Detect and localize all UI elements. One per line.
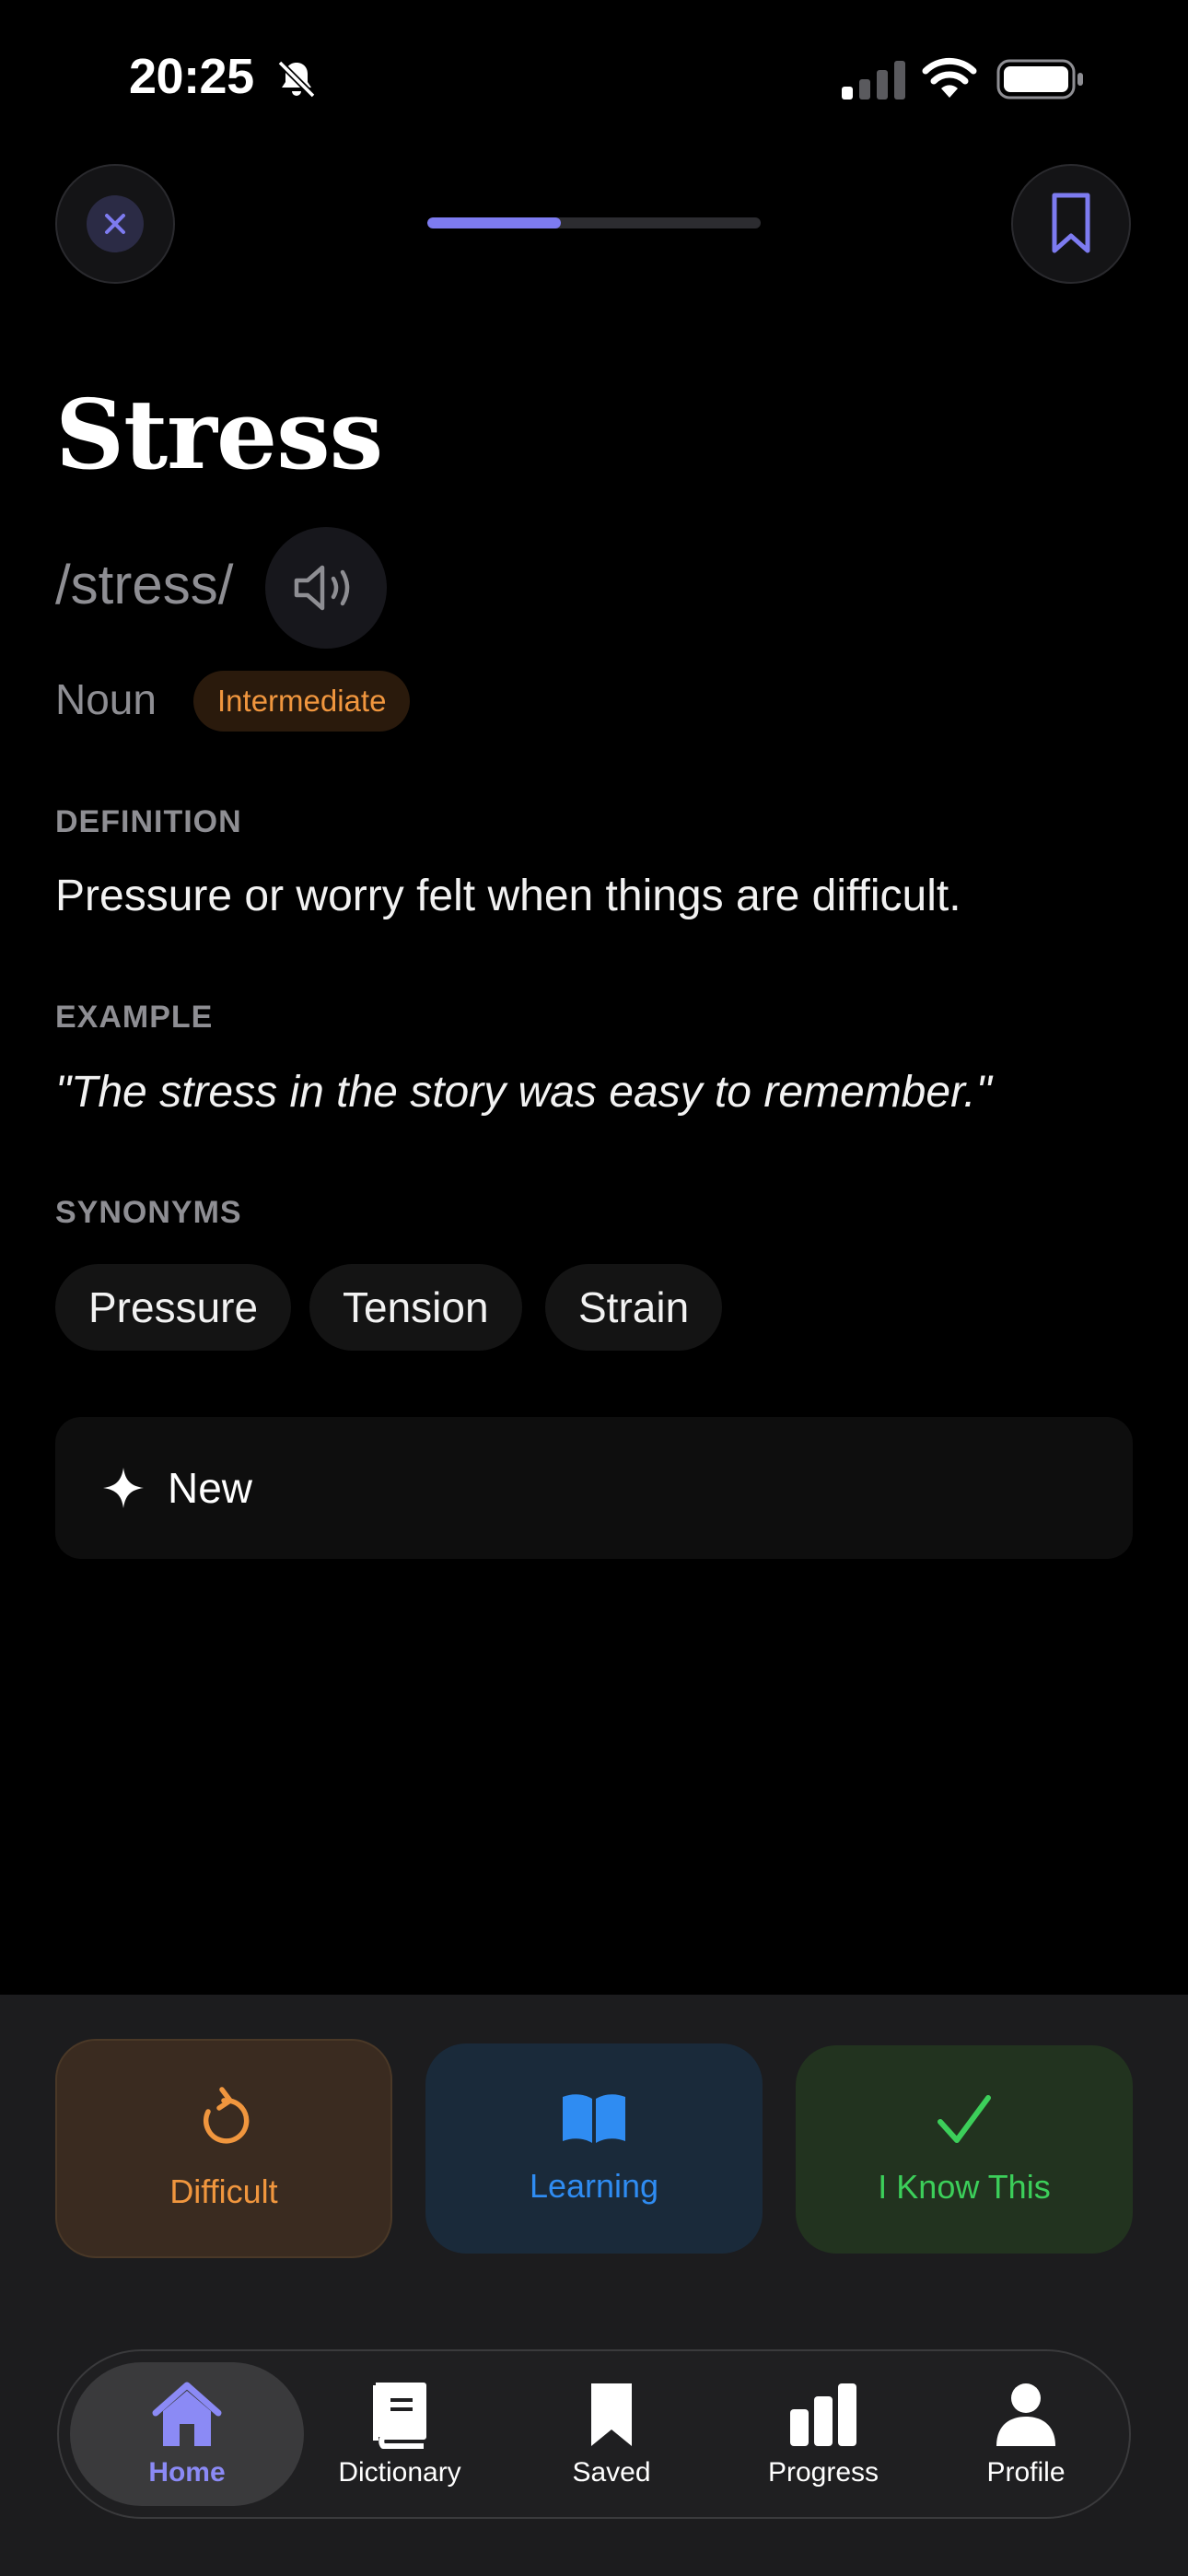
bell-slash-icon xyxy=(277,60,316,99)
synonyms-label: SYNONYMS xyxy=(55,1195,242,1230)
status-time: 20:25 xyxy=(129,49,254,104)
close-icon xyxy=(87,195,144,252)
progress-fill xyxy=(427,217,561,228)
difficult-button[interactable]: Difficult xyxy=(55,2039,392,2258)
bar-chart-icon xyxy=(790,2383,856,2446)
pronunciation-button[interactable] xyxy=(265,527,387,649)
retry-icon xyxy=(203,2087,250,2144)
word-title: Stress xyxy=(55,378,383,491)
word-status-card: New xyxy=(55,1417,1133,1559)
tab-label: Saved xyxy=(572,2457,651,2488)
open-book-icon xyxy=(563,2094,625,2143)
synonym-chip[interactable]: Tension xyxy=(309,1264,522,1351)
tab-label: Profile xyxy=(986,2457,1066,2488)
sparkle-icon xyxy=(103,1468,144,1508)
example-text: "The stress in the story was easy to rem… xyxy=(55,1068,992,1117)
bookmark-button[interactable] xyxy=(1011,164,1131,284)
definition-text: Pressure or worry felt when things are d… xyxy=(55,872,961,920)
tab-label: Home xyxy=(148,2457,226,2488)
dictionary-icon xyxy=(373,2383,426,2449)
tab-profile[interactable]: Profile xyxy=(943,2362,1109,2506)
word-status-text: New xyxy=(168,1464,253,1512)
home-icon xyxy=(152,2382,222,2446)
know-this-button[interactable]: I Know This xyxy=(796,2045,1133,2254)
tab-label: Dictionary xyxy=(338,2457,461,2488)
bookmark-icon xyxy=(591,2383,632,2446)
battery-icon xyxy=(996,59,1083,100)
cellular-signal-icon xyxy=(842,61,905,100)
learning-label: Learning xyxy=(529,2167,659,2205)
close-button[interactable] xyxy=(55,164,175,284)
lesson-progress-bar xyxy=(427,217,761,228)
synonym-chip[interactable]: Strain xyxy=(545,1264,723,1351)
bookmark-icon xyxy=(1052,193,1090,253)
tab-saved[interactable]: Saved xyxy=(538,2362,685,2506)
know-this-label: I Know This xyxy=(878,2168,1051,2206)
definition-label: DEFINITION xyxy=(55,804,242,839)
phonetic-text: /stress/ xyxy=(55,554,234,615)
tab-home[interactable]: Home xyxy=(70,2362,304,2506)
part-of-speech: Noun xyxy=(55,675,157,723)
tab-progress[interactable]: Progress xyxy=(740,2362,906,2506)
tab-label: Progress xyxy=(767,2457,879,2488)
level-badge: Intermediate xyxy=(193,671,411,732)
tab-dictionary[interactable]: Dictionary xyxy=(317,2362,483,2506)
synonym-chip[interactable]: Pressure xyxy=(55,1264,292,1351)
tab-bar: Home Dictionary Saved Progress Profile xyxy=(57,2349,1131,2519)
wifi-icon xyxy=(922,57,977,98)
speaker-icon xyxy=(294,565,350,611)
checkmark-icon xyxy=(938,2095,991,2143)
person-icon xyxy=(996,2383,1055,2446)
learning-button[interactable]: Learning xyxy=(425,2043,763,2254)
example-label: EXAMPLE xyxy=(55,1000,214,1035)
difficult-label: Difficult xyxy=(169,2172,278,2210)
